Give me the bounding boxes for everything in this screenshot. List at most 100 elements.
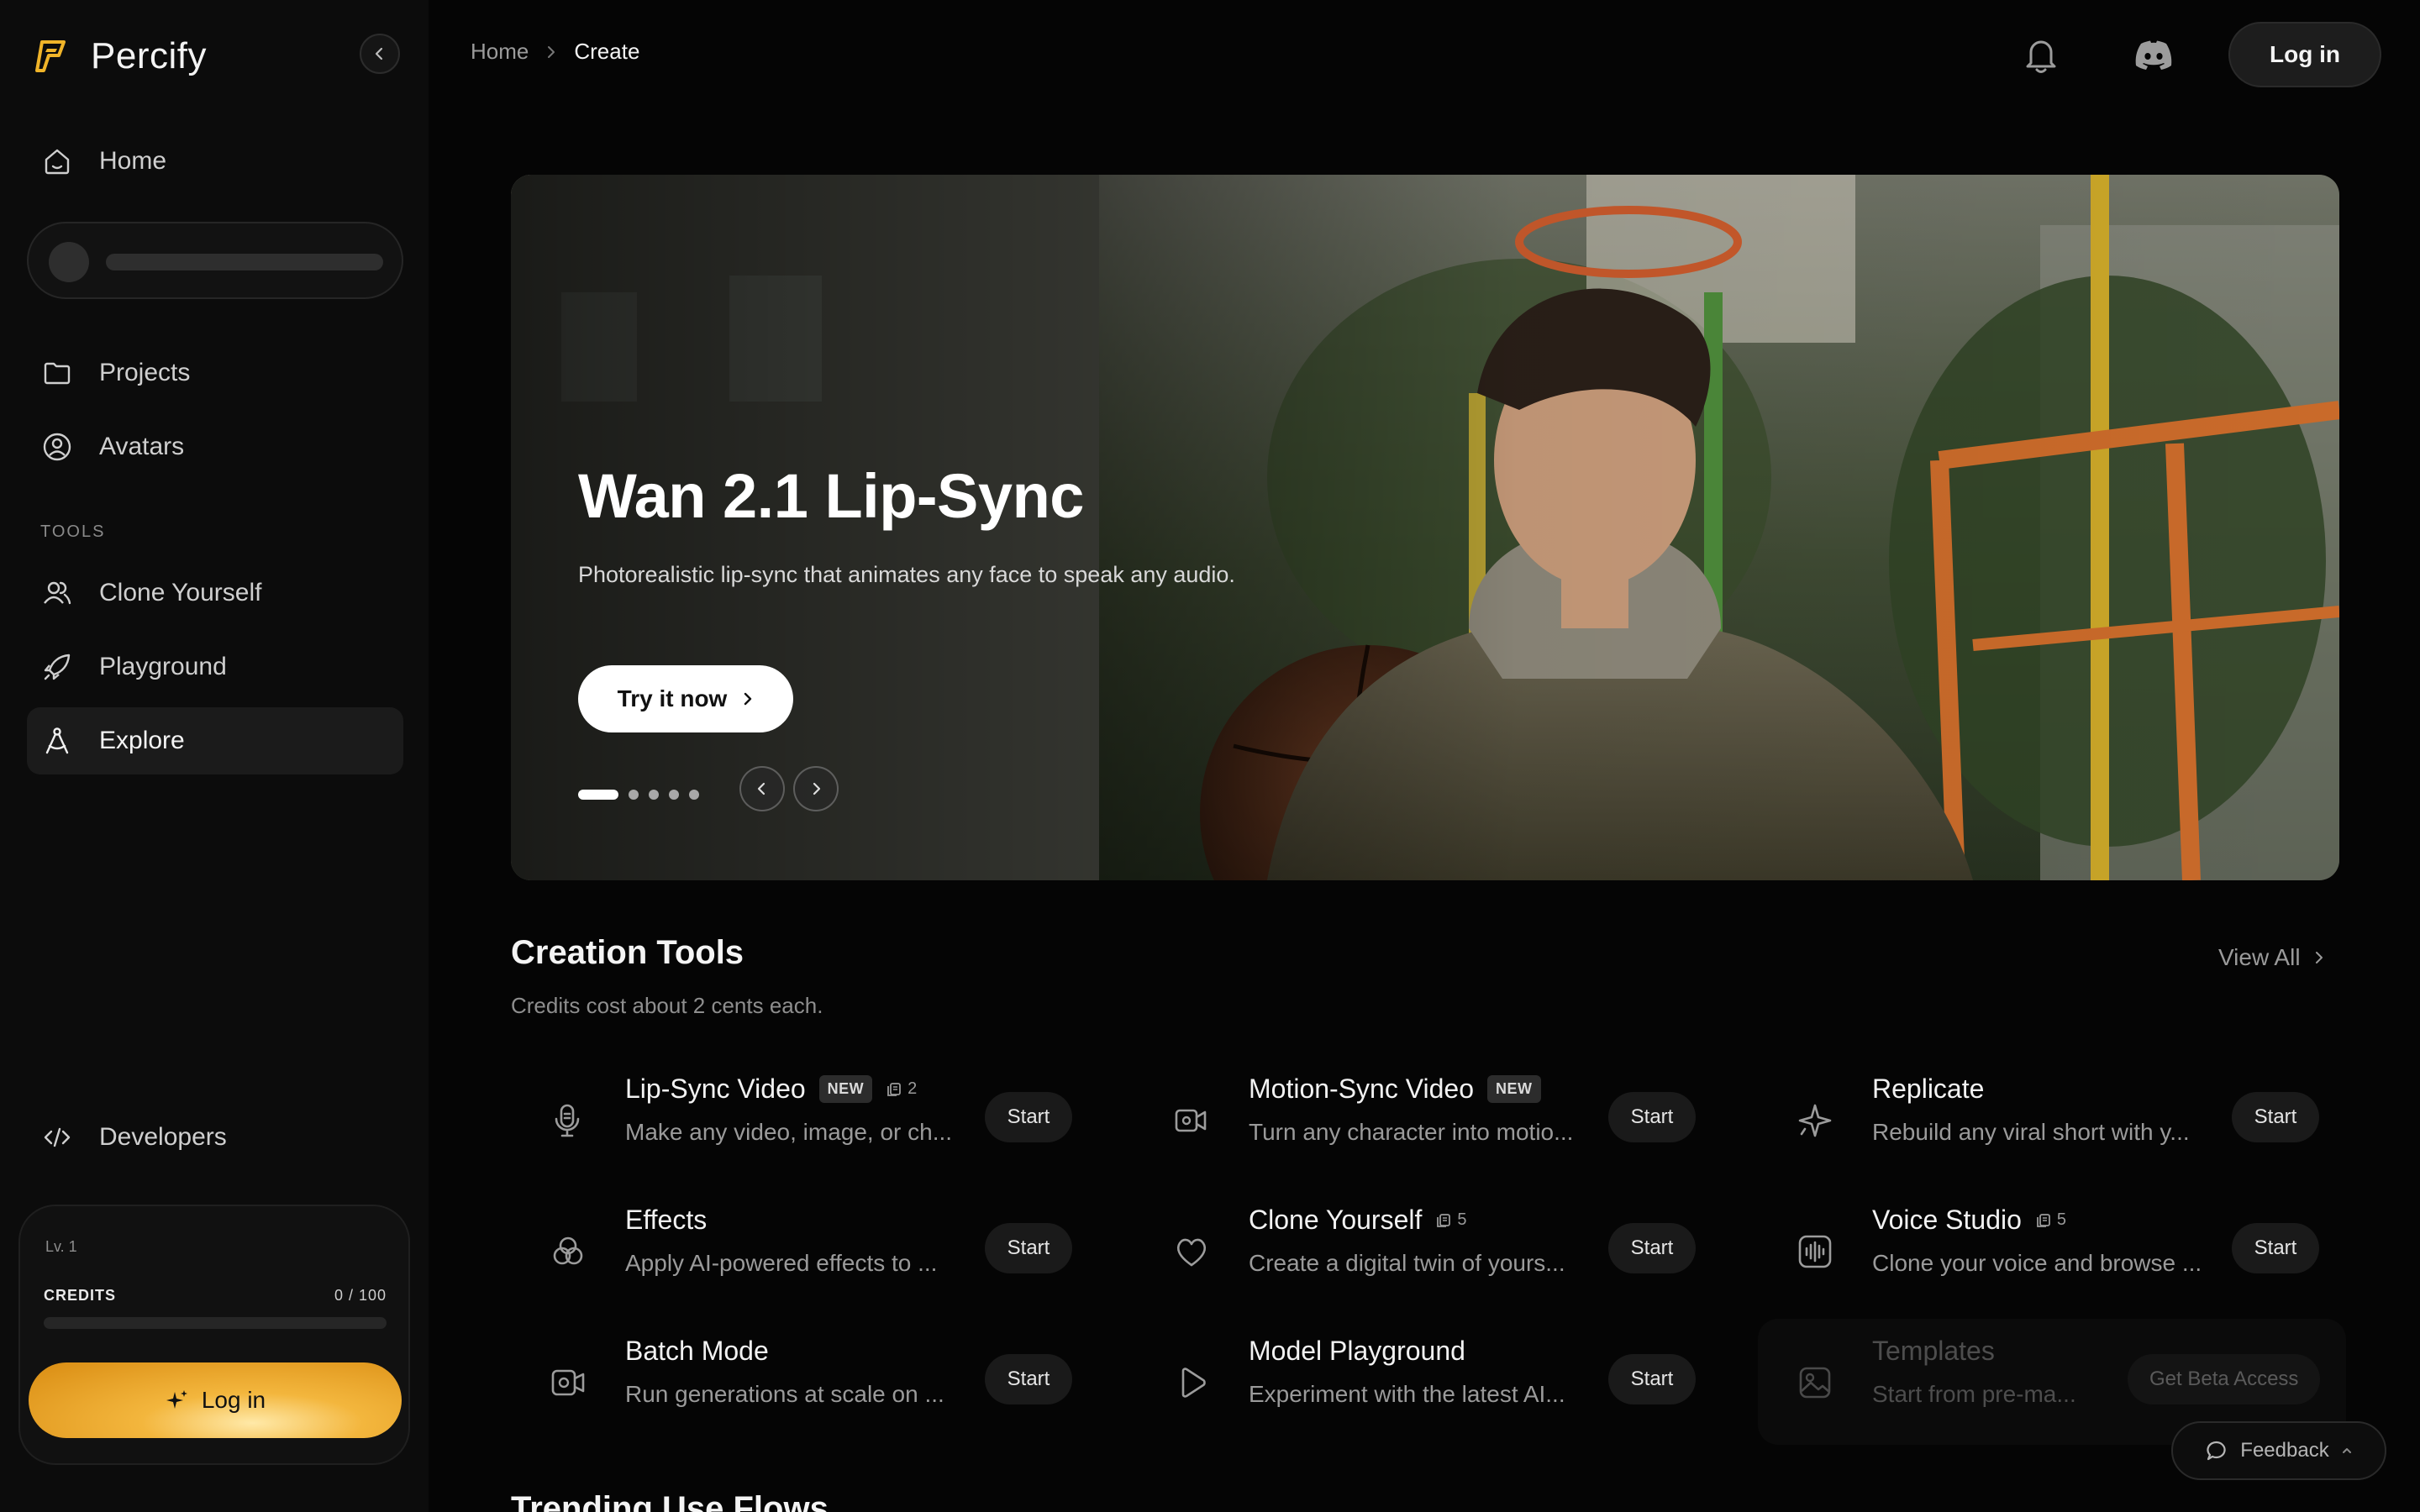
tool-card[interactable]: Voice Studio 5 Clone your voice and browse… [1758,1188,2346,1314]
credits-label: CREDITS [44,1287,117,1304]
tools-section-label: TOOLS [40,522,106,541]
percify-logo-icon [35,40,66,72]
breadcrumb: Home Create [471,39,639,65]
tool-card[interactable]: Effects Apply AI-powered effects to ... St… [511,1188,1099,1314]
sidebar-item-playground[interactable]: Playground [27,633,403,701]
hero-banner: Wan 2.1 Lip-Sync Photorealistic lip-sync… [511,175,2339,880]
tool-name-row: Templates [1872,1336,1995,1367]
sidebar-item-projects[interactable]: Projects [27,339,403,407]
brand[interactable]: Percify [30,35,207,77]
tool-name: Model Playground [1249,1336,1465,1366]
get-beta-access-button[interactable]: Get Beta Access [2128,1354,2321,1404]
start-button[interactable]: Start [985,1354,1072,1404]
tool-card[interactable]: Clone Yourself 5 Create a digital twin of … [1134,1188,1723,1314]
start-button[interactable]: Start [2232,1092,2319,1142]
user-circle-icon [40,430,74,464]
tool-description: Rebuild any viral short with y... [1872,1119,2190,1145]
tool-description: Apply AI-powered effects to ... [625,1250,938,1276]
sidebar-item-label: Avatars [99,433,185,460]
credits-progress-bar [44,1317,387,1329]
chevron-right-icon [813,782,821,795]
sidebar-item-label: Projects [99,359,191,386]
start-button[interactable]: Start [985,1223,1072,1273]
tool-card[interactable]: Motion-Sync Video NEW Turn any character i… [1134,1057,1723,1183]
credits-row: CREDITS 0 / 100 [44,1287,387,1305]
rocket-icon [40,650,74,684]
tool-name-row: Replicate [1872,1074,1984,1105]
collapse-sidebar-button[interactable] [360,34,400,74]
sidebar-item-home[interactable]: Home [27,128,403,195]
tool-name: Lip-Sync Video [625,1074,806,1104]
tool-card[interactable]: Replicate Rebuild any viral short with y.… [1758,1057,2346,1183]
circles-icon [544,1228,592,1275]
home-icon [40,144,74,178]
feedback-label: Feedback [2240,1439,2329,1462]
carousel-dot[interactable] [669,790,679,800]
login-label: Log in [201,1387,266,1413]
new-badge: NEW [818,1075,873,1103]
breadcrumb-home-link[interactable]: Home [471,39,529,65]
user-level: Lv. 1 [45,1238,77,1255]
tool-name-row: Motion-Sync Video NEW [1249,1074,1541,1105]
sidebar-item-developers[interactable]: Developers [27,1104,403,1171]
credit-cost-icon [1437,1213,1451,1227]
chevron-up-icon [2342,1448,2351,1453]
sidebar-item-avatars[interactable]: Avatars [27,413,403,480]
feedback-button[interactable]: Feedback [2171,1421,2386,1480]
tool-card[interactable]: Lip-Sync Video NEW 2 Make any video, image,… [511,1057,1099,1183]
tool-name: Voice Studio [1872,1205,2022,1235]
sidebar-item-label: Playground [99,653,227,680]
start-button[interactable]: Start [985,1092,1072,1142]
sparkle-icon [1791,1097,1839,1144]
carousel-prev-button[interactable] [739,766,785,811]
header-login-button[interactable]: Log in [2228,22,2381,87]
credit-cost-value: 5 [1457,1210,1467,1229]
start-button[interactable]: Start [1608,1223,1696,1273]
credit-cost-value: 5 [2056,1210,2067,1229]
view-all-link[interactable]: View All [2218,944,2324,971]
carousel-dot[interactable] [649,790,659,800]
credits-value: 0 / 100 [334,1287,387,1304]
sidebar-item-label: Clone Yourself [99,579,262,606]
sidebar-item-explore[interactable]: Explore [27,707,403,774]
breadcrumb-current: Create [574,39,640,64]
tool-name-row: Batch Mode [625,1336,769,1367]
app-name: Percify [91,35,207,76]
credit-cost: 5 [1435,1210,1467,1230]
tool-card[interactable]: Batch Mode Run generations at scale on ..… [511,1319,1099,1445]
notifications-button[interactable] [2017,30,2065,79]
start-button[interactable]: Start [2232,1223,2319,1273]
image-icon [1791,1359,1839,1406]
tool-name-row: Clone Yourself 5 [1249,1205,1467,1236]
credit-cost: 2 [886,1079,917,1099]
carousel-indicators [578,790,699,800]
folder-icon [40,356,74,390]
credit-cost-icon [887,1082,902,1096]
tool-card[interactable]: Model Playground Experiment with the late… [1134,1319,1723,1445]
start-button[interactable]: Start [1608,1092,1696,1142]
chevron-right-icon [744,692,752,706]
code-icon [40,1121,74,1154]
workspace-selector-skeleton [27,222,403,299]
sidebar-item-label: Home [99,147,167,175]
carousel-dot[interactable] [629,790,639,800]
discord-button[interactable] [2129,30,2178,79]
users-icon [40,576,74,610]
carousel-dot[interactable] [578,790,618,800]
compass-tool-icon [40,724,74,758]
tool-description: Create a digital twin of yours... [1249,1250,1565,1276]
tool-description: Experiment with the latest AI... [1249,1381,1565,1407]
carousel-dot[interactable] [689,790,699,800]
chevron-left-icon [375,47,383,60]
chevron-right-icon [548,45,555,58]
sidebar-item-clone-yourself[interactable]: Clone Yourself [27,559,403,627]
microphone-icon [544,1097,592,1144]
start-button[interactable]: Start [1608,1354,1696,1404]
sidebar-login-button[interactable]: Log in [29,1362,402,1438]
sparkles-icon [166,1390,187,1409]
carousel-next-button[interactable] [793,766,839,811]
sidebar: Percify Home Projects Avatars TOOLS Clon… [0,0,429,1512]
try-it-now-button[interactable]: Try it now [578,665,793,732]
tool-description: Turn any character into motio... [1249,1119,1574,1145]
tool-name: Motion-Sync Video [1249,1074,1474,1104]
